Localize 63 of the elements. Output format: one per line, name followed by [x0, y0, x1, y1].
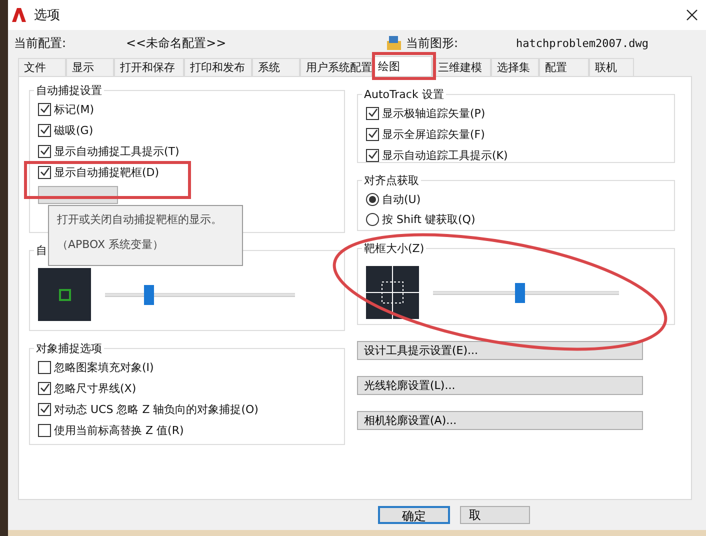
radio-button[interactable] — [366, 212, 379, 226]
profile-label: 当前配置: — [14, 34, 68, 52]
profile-value: <<未命名配置>> — [126, 34, 228, 52]
option-label: 标记(M) — [54, 102, 94, 116]
option-label: 忽略尺寸界线(X) — [54, 380, 136, 396]
dialog-button[interactable]: 取 — [460, 506, 530, 524]
settings-button[interactable]: 光线轮廓设置(L)... — [357, 376, 643, 395]
app-logo-icon — [12, 8, 26, 22]
option-label: 按 Shift 键获取(Q) — [382, 212, 476, 226]
tab[interactable]: 用户系统配置 — [300, 58, 372, 76]
tab[interactable]: 系统 — [252, 58, 300, 76]
checkbox[interactable] — [38, 402, 51, 416]
tab[interactable]: 联机 — [589, 58, 634, 76]
tab[interactable]: 配置 — [539, 58, 589, 76]
tooltip-text: 打开或关闭自动捕捉靶框的显示。 — [57, 212, 223, 227]
tooltip-text: （APBOX 系统变量） — [57, 237, 164, 252]
tab[interactable]: 打印和发布 — [184, 58, 252, 76]
aperture-preview — [366, 266, 419, 319]
option-label: 使用当前标高替换 Z 值(R) — [54, 422, 184, 438]
option-label: 显示自动捕捉工具提示(T) — [54, 144, 180, 158]
tab[interactable]: 显示 — [66, 58, 114, 76]
tab[interactable]: 文件 — [18, 58, 66, 76]
option-label: 显示自动捕捉靶框(D) — [54, 164, 160, 180]
option-label: 忽略图案填充对象(I) — [54, 360, 154, 374]
group-title: 自动捕捉设置 — [35, 83, 103, 98]
window-title: 选项 — [34, 7, 61, 24]
tab[interactable]: 绘图 — [372, 56, 432, 76]
checkbox[interactable] — [38, 382, 51, 394]
option-label: 显示极轴追踪矢量(P) — [382, 106, 486, 120]
checkbox[interactable] — [38, 102, 51, 116]
slider-thumb[interactable] — [144, 284, 154, 304]
checkbox[interactable] — [38, 360, 51, 374]
group-title: AutoTrack 设置 — [363, 87, 445, 102]
group-title: 自 — [35, 243, 48, 258]
group-title: 靶框大小(Z) — [363, 241, 426, 256]
settings-button[interactable]: 设计工具提示设置(E)... — [357, 341, 643, 360]
drawing-file-name: hatchproblem2007.dwg — [516, 36, 648, 50]
option-label: 自动(U) — [382, 192, 421, 206]
option-label: 显示全屏追踪矢量(F) — [382, 126, 485, 142]
settings-button[interactable]: 相机轮廓设置(A)... — [357, 411, 643, 430]
option-label: 对动态 UCS 忽略 Z 轴负向的对象捕捉(O) — [54, 402, 258, 416]
checkbox[interactable] — [38, 144, 51, 158]
group-title: 对齐点获取 — [363, 173, 420, 188]
dialog-button[interactable]: 确定 — [378, 506, 450, 524]
option-label: 显示自动追踪工具提示(K) — [382, 148, 508, 162]
tab[interactable]: 选择集 — [491, 58, 539, 76]
slider-thumb[interactable] — [515, 282, 526, 302]
drawing-label: 当前图形: — [406, 34, 460, 52]
close-icon[interactable] — [686, 9, 698, 21]
checkbox[interactable] — [366, 148, 379, 162]
radio-button[interactable] — [366, 192, 379, 206]
checkbox[interactable] — [366, 106, 379, 120]
checkbox[interactable] — [38, 166, 51, 178]
tab[interactable]: 打开和保存 — [114, 58, 184, 76]
checkbox[interactable] — [38, 424, 51, 436]
square-marker-icon — [58, 288, 70, 300]
checkbox[interactable] — [366, 128, 379, 140]
tab[interactable]: 三维建模 — [432, 58, 491, 76]
group-title: 对象捕捉选项 — [35, 341, 103, 356]
option-label: 磁吸(G) — [54, 122, 94, 138]
highlight-rectangle — [372, 52, 436, 80]
checkbox[interactable] — [38, 124, 51, 136]
drawing-file-icon — [386, 35, 402, 51]
